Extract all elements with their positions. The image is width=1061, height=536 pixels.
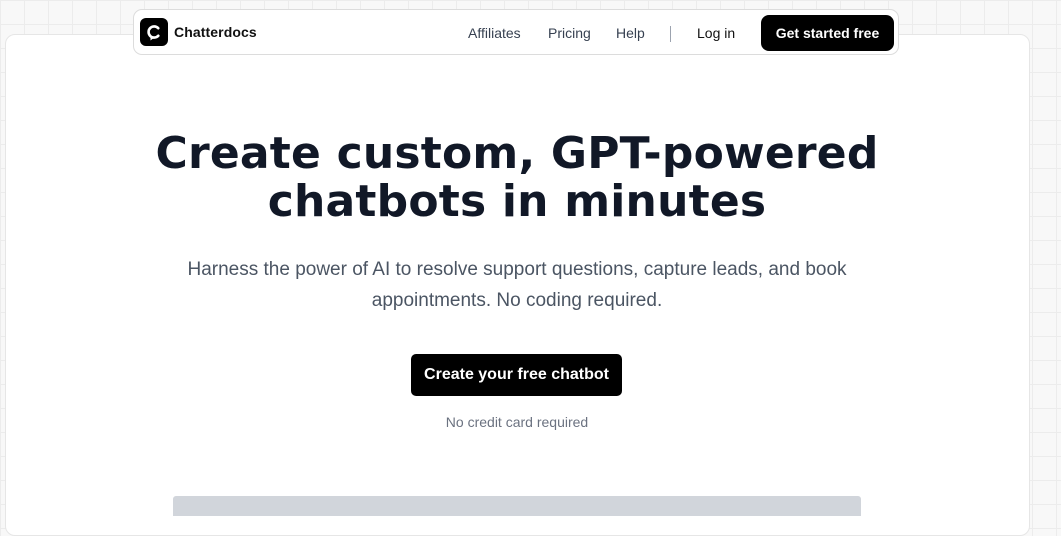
product-preview-placeholder	[173, 496, 861, 516]
brand-logo[interactable]: Chatterdocs	[140, 18, 257, 46]
get-started-button[interactable]: Get started free	[761, 15, 894, 51]
nav-link-affiliates[interactable]: Affiliates	[468, 25, 521, 41]
login-link[interactable]: Log in	[697, 25, 735, 41]
chatterdocs-logo-icon	[140, 18, 168, 46]
brand-name: Chatterdocs	[174, 24, 257, 40]
top-navbar: Chatterdocs Affiliates Pricing Help Log …	[133, 9, 899, 55]
hero-title-line-1: Create custom, GPT-powered	[155, 128, 879, 179]
hero-title-line-2: chatbots in minutes	[267, 176, 767, 227]
create-chatbot-button[interactable]: Create your free chatbot	[411, 354, 622, 396]
nav-link-pricing[interactable]: Pricing	[548, 25, 591, 41]
no-credit-card-note: No credit card required	[445, 414, 589, 430]
hero-subtitle: Harness the power of AI to resolve suppo…	[187, 259, 847, 311]
hero-title: Create custom, GPT-powered chatbots in m…	[0, 130, 1034, 226]
nav-divider	[670, 26, 671, 42]
nav-link-help[interactable]: Help	[616, 25, 645, 41]
